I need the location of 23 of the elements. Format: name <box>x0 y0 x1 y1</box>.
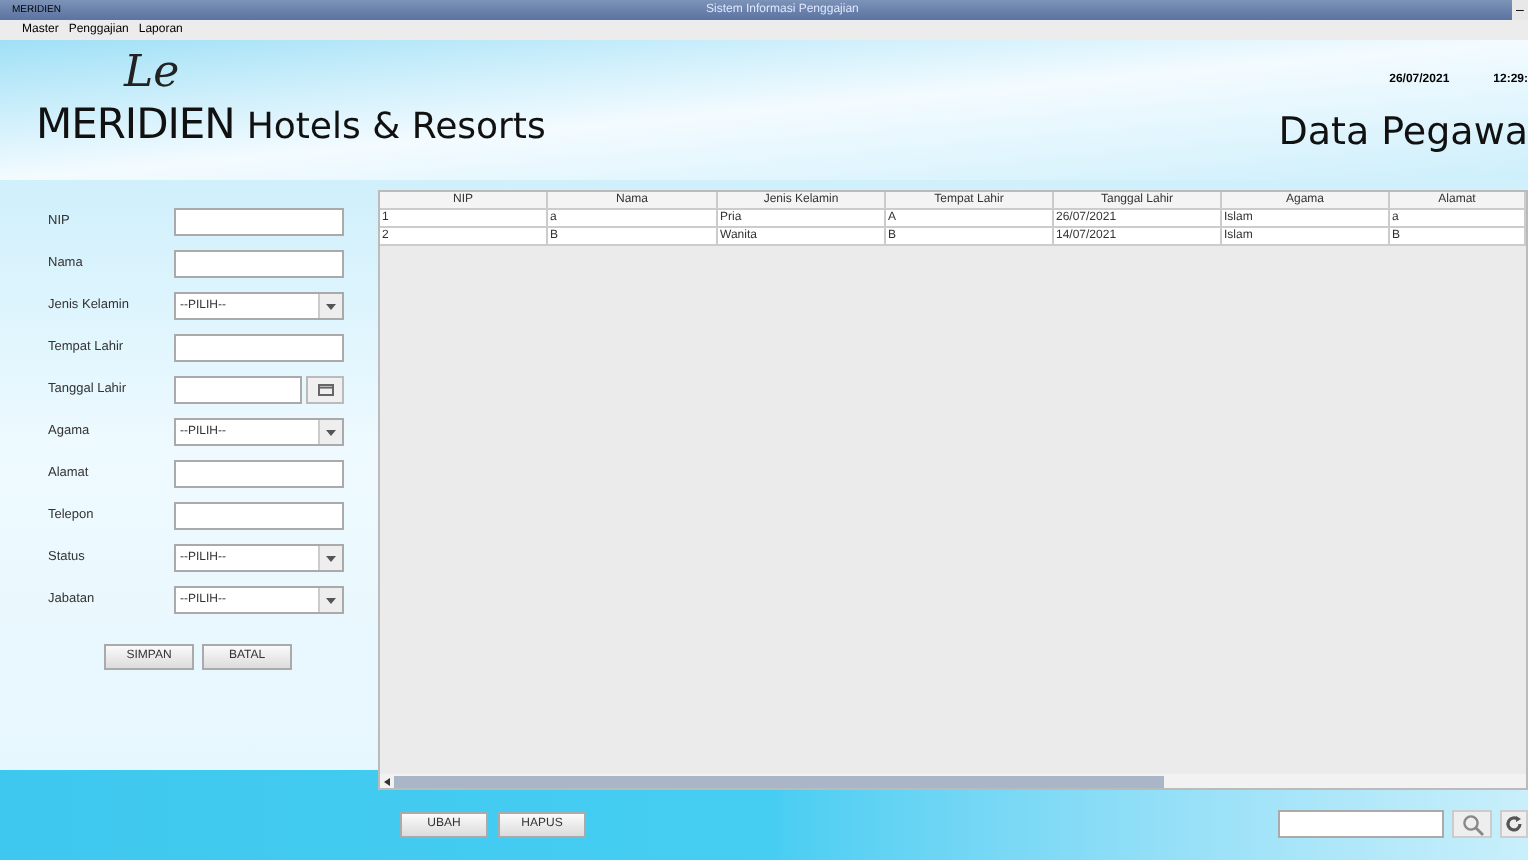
search-field[interactable] <box>1278 810 1444 838</box>
scroll-left-icon[interactable] <box>384 777 390 785</box>
input-field[interactable] <box>174 502 344 530</box>
calendar-button[interactable] <box>306 376 344 404</box>
refresh-icon <box>1504 814 1524 834</box>
logo-brand: MERIDIEN <box>36 104 235 146</box>
calendar-icon <box>317 384 333 396</box>
input-field[interactable] <box>174 334 344 362</box>
date-field[interactable] <box>174 376 302 404</box>
logo-script: Le <box>121 52 182 96</box>
input-field[interactable] <box>174 208 344 236</box>
dropdown-caret-icon <box>318 588 342 612</box>
search-icon <box>1461 813 1483 835</box>
dropdown-caret-icon <box>318 420 342 444</box>
horizontal-scrollbar[interactable] <box>380 774 1526 788</box>
dropdown-caret-icon <box>318 546 342 570</box>
search-button[interactable] <box>1452 810 1492 838</box>
logo-tagline: Hotels & Resorts <box>246 110 546 146</box>
page-title: Data Pegawa <box>1278 114 1528 152</box>
refresh-button[interactable] <box>1500 810 1528 838</box>
input-field[interactable] <box>174 460 344 488</box>
dropdown-caret-icon <box>318 294 342 318</box>
input-field[interactable] <box>174 250 344 278</box>
